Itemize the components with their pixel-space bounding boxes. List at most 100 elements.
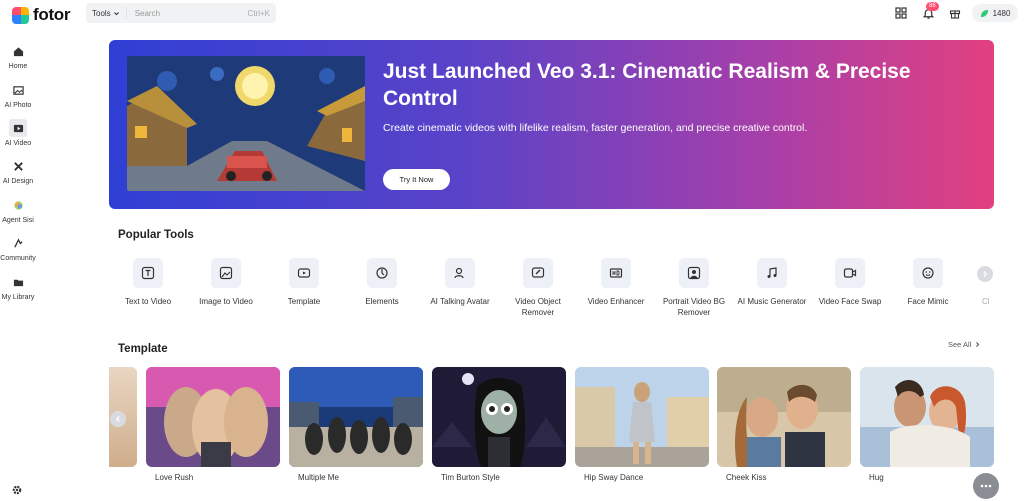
more-dots-icon (980, 484, 992, 488)
tool-portrait-video-bg-remover[interactable]: Portrait Video BG Remover (655, 258, 733, 318)
tool-elements[interactable]: Elements (343, 258, 421, 307)
template-card-hip-sway-dance[interactable] (575, 367, 709, 467)
templates-prev-button[interactable] (110, 411, 126, 427)
tool-label: Elements (365, 297, 399, 306)
tools-next-button[interactable] (977, 266, 993, 282)
community-icon (9, 234, 27, 252)
tool-video-face-swap[interactable]: Video Face Swap (811, 258, 889, 307)
tool-video-object-remover[interactable]: Video Object Remover (499, 258, 577, 318)
tool-partial[interactable]: Cl (967, 296, 1007, 307)
tim-burton-thumbnail (432, 367, 566, 467)
template-label: Hip Sway Dance (584, 473, 644, 482)
see-all-label: See All (948, 340, 972, 349)
portrait-icon (679, 258, 709, 288)
chevron-down-icon (113, 11, 119, 15)
tools-label: Tools (92, 8, 111, 18)
try-it-now-button[interactable]: Try It Now (383, 169, 450, 190)
hug-thumbnail (860, 367, 994, 467)
tool-label: AI Talking Avatar (430, 297, 490, 306)
sidebar-item-home[interactable]: Home (0, 42, 36, 70)
tool-label: Video Object Remover (515, 297, 561, 317)
template-card-multiple-me[interactable] (289, 367, 423, 467)
sidebar-item-ai-photo[interactable]: AI Photo (0, 81, 36, 109)
credits-button[interactable]: 1480 (972, 4, 1018, 22)
music-icon (757, 258, 787, 288)
hero-image (127, 56, 365, 191)
face-swap-icon (835, 258, 865, 288)
eraser-icon (523, 258, 553, 288)
cheek-kiss-thumbnail (717, 367, 851, 467)
hero-title: Just Launched Veo 3.1: Cinematic Realism… (383, 60, 911, 110)
template-title: Template (118, 343, 168, 355)
sidebar-item-agent-sisi[interactable]: Agent Sisi (0, 196, 36, 224)
template-label: Love Rush (155, 473, 194, 482)
search-input[interactable]: Search (127, 9, 248, 18)
love-rush-thumbnail (146, 367, 280, 467)
chevron-right-icon (976, 342, 980, 347)
sidebar-item-label: AI Photo (4, 102, 32, 109)
tool-label: AI Music Generator (737, 297, 807, 306)
credits-count: 1480 (992, 8, 1011, 18)
tool-label: Video Enhancer (587, 297, 645, 306)
template-card-hug[interactable] (860, 367, 994, 467)
search-shortcut: Ctrl+K (247, 8, 270, 18)
brand-name: fotor (33, 5, 71, 24)
tool-label: Portrait Video BG Remover (662, 297, 726, 317)
tool-label: Text to Video (124, 297, 172, 306)
template-label: Multiple Me (298, 473, 339, 482)
sidebar-item-label: AI Design (2, 178, 34, 185)
template-label: Hug (869, 473, 884, 482)
sidebar-item-ai-design[interactable]: AI Design (0, 157, 36, 185)
gift-icon[interactable] (948, 6, 962, 20)
tool-text-to-video[interactable]: Text to Video (109, 258, 187, 307)
elements-icon (367, 258, 397, 288)
sidebar-item-label: Agent Sisi (2, 217, 34, 224)
template-label: Tim Burton Style (441, 473, 500, 482)
folder-icon (9, 273, 27, 291)
face-mimic-icon (913, 258, 943, 288)
tool-label: Face Mimic (907, 297, 949, 306)
sidebar-item-label: Community (0, 255, 36, 262)
apps-grid-icon[interactable] (894, 6, 908, 20)
tool-template[interactable]: Template (265, 258, 343, 307)
chevron-left-icon (115, 416, 120, 422)
sidebar-item-ai-video[interactable]: AI Video (0, 119, 36, 147)
tool-label: Image to Video (199, 297, 253, 306)
hero-banner[interactable]: Just Launched Veo 3.1: Cinematic Realism… (109, 40, 994, 209)
avatar-icon (445, 258, 475, 288)
settings-gear-icon[interactable] (11, 483, 23, 501)
popular-tools-title: Popular Tools (118, 229, 194, 241)
design-icon (9, 157, 27, 175)
fotor-logo[interactable]: fotor (12, 5, 71, 25)
template-card-cheek-kiss[interactable] (717, 367, 851, 467)
chevron-right-icon (983, 271, 988, 277)
tool-video-enhancer[interactable]: Video Enhancer (577, 258, 655, 307)
template-card-tim-burton-style[interactable] (432, 367, 566, 467)
tools-dropdown[interactable]: Tools (86, 7, 127, 19)
tool-label: Cl (982, 297, 990, 306)
video-icon (9, 119, 27, 137)
tool-image-to-video[interactable]: Image to Video (187, 258, 265, 307)
search-bar[interactable]: Tools Search Ctrl+K (86, 3, 276, 23)
sidebar-item-my-library[interactable]: My Library (0, 273, 36, 301)
tool-ai-talking-avatar[interactable]: AI Talking Avatar (421, 258, 499, 307)
tool-face-mimic[interactable]: Face Mimic (889, 258, 967, 307)
tool-ai-music-generator[interactable]: AI Music Generator (733, 258, 811, 307)
home-icon (9, 42, 27, 60)
sidebar-item-community[interactable]: Community (0, 234, 36, 262)
see-all-link[interactable]: See All (948, 340, 981, 349)
template-label: Cheek Kiss (726, 473, 767, 482)
more-options-button[interactable] (973, 473, 999, 499)
tool-label: Video Face Swap (818, 297, 882, 306)
template-icon (289, 258, 319, 288)
agent-icon (9, 196, 27, 214)
notification-badge: 86 (926, 2, 939, 11)
sidebar-item-label: Home (8, 63, 28, 70)
sidebar-item-label: AI Video (4, 140, 32, 147)
hip-sway-thumbnail (575, 367, 709, 467)
template-card-love-rush[interactable] (146, 367, 280, 467)
image-icon (211, 258, 241, 288)
hero-subtitle: Create cinematic videos with lifelike re… (383, 122, 808, 134)
fotor-logo-icon (12, 6, 29, 24)
tool-label: Template (287, 297, 321, 306)
